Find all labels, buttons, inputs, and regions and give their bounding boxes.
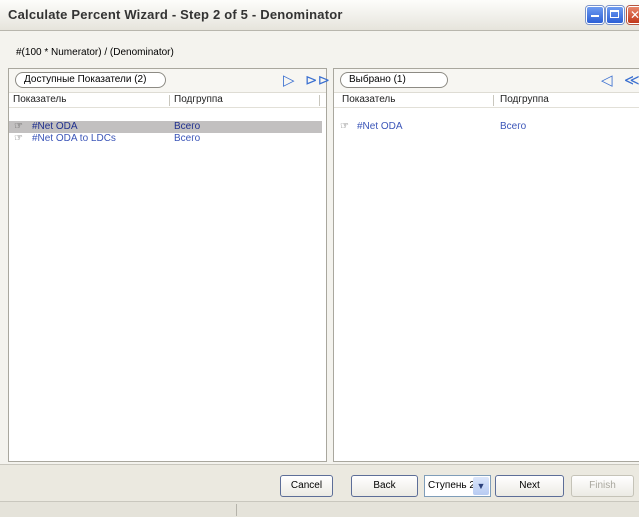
table-row[interactable]: ☞ #Net ODA Всего — [9, 121, 322, 133]
maximize-icon — [610, 10, 619, 18]
available-indicators-panel: Доступные Показатели (2) ▷ ⊳⊳ Показатель… — [8, 68, 330, 462]
move-right-icon[interactable]: ▷ — [283, 71, 295, 89]
indicator-name: #Net ODA to LDCs — [32, 133, 116, 144]
move-left-icon[interactable]: ◁ — [601, 71, 613, 89]
minimize-button[interactable] — [586, 6, 604, 24]
status-bar — [0, 501, 639, 517]
step-select-value: Ступень 2 — [428, 480, 475, 491]
cancel-button[interactable]: Cancel — [280, 475, 333, 497]
step-select[interactable]: Ступень 2 ▼ — [424, 475, 491, 497]
selected-panel-header: Выбрано (1) ◁ ≪ — [334, 69, 639, 93]
column-divider[interactable] — [169, 95, 170, 106]
maximize-button[interactable] — [606, 6, 624, 24]
column-divider[interactable] — [319, 95, 320, 106]
column-header-indicator[interactable]: Показатель — [13, 94, 66, 105]
indicator-name: #Net ODA — [32, 121, 78, 132]
chevron-down-icon[interactable]: ▼ — [473, 477, 489, 495]
finish-button: Finish — [571, 475, 634, 497]
available-column-headers: Показатель Подгруппа — [9, 93, 326, 108]
minimize-icon — [591, 15, 599, 17]
column-header-subgroup[interactable]: Подгруппа — [174, 94, 223, 105]
table-row[interactable]: ☞ #Net ODA to LDCs Всего — [9, 133, 322, 145]
move-all-right-icon[interactable]: ⊳⊳ — [305, 71, 330, 89]
subgroup-name: Всего — [174, 121, 201, 132]
hand-pointer-icon: ☞ — [340, 121, 349, 132]
wizard-footer: Cancel Back Ступень 2 ▼ Next Finish — [0, 464, 639, 501]
available-indicators-header: Доступные Показатели (2) — [15, 72, 166, 88]
column-header-subgroup[interactable]: Подгруппа — [500, 94, 549, 105]
close-button[interactable]: ✕ — [627, 6, 639, 24]
next-button[interactable]: Next — [495, 475, 564, 497]
window-title: Calculate Percent Wizard - Step 2 of 5 -… — [8, 7, 343, 22]
selected-header: Выбрано (1) — [340, 72, 448, 88]
hand-pointer-icon: ☞ — [14, 133, 23, 144]
column-divider[interactable] — [493, 95, 494, 106]
title-bar: Calculate Percent Wizard - Step 2 of 5 -… — [0, 0, 639, 31]
close-icon: ✕ — [630, 8, 639, 22]
table-row[interactable]: ☞ #Net ODA Всего — [334, 121, 638, 133]
available-panel-header: Доступные Показатели (2) ▷ ⊳⊳ — [9, 69, 330, 93]
move-all-left-icon[interactable]: ≪ — [624, 71, 639, 89]
back-button[interactable]: Back — [351, 475, 418, 497]
subgroup-name: Всего — [174, 133, 201, 144]
hand-pointer-icon: ☞ — [14, 121, 23, 132]
selected-column-headers: Показатель Подгруппа — [334, 93, 639, 108]
subgroup-name: Всего — [500, 121, 527, 132]
selected-indicators-panel: Выбрано (1) ◁ ≪ Показатель Подгруппа ☞ #… — [333, 68, 639, 462]
indicator-name: #Net ODA — [357, 121, 403, 132]
status-divider — [236, 504, 237, 516]
column-header-indicator[interactable]: Показатель — [342, 94, 395, 105]
formula-label: #(100 * Numerator) / (Denominator) — [16, 47, 174, 58]
